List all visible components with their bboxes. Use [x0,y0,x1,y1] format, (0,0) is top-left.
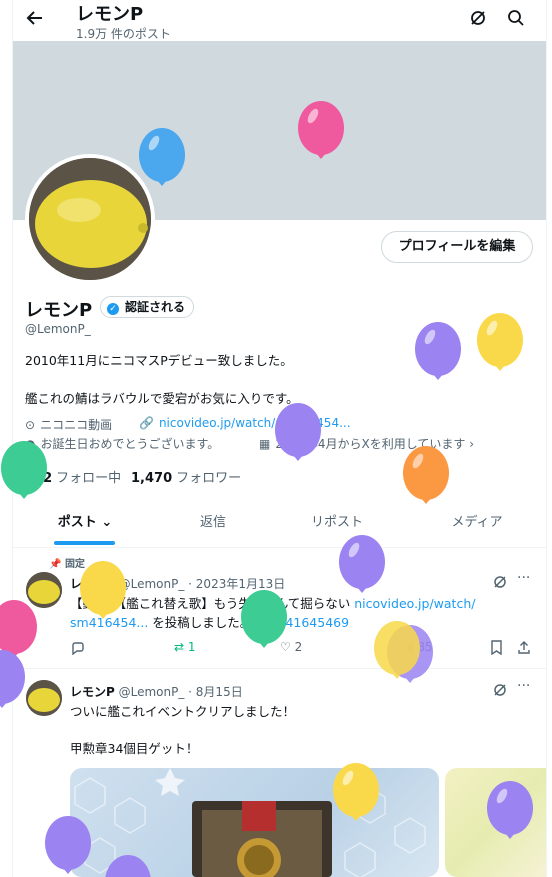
retweet-count: 1 [187,640,196,654]
heart-icon: ♡ [280,640,291,654]
post-text-line-2: 甲勲章34個目ゲット！ [70,741,199,756]
back-arrow-icon[interactable] [25,8,45,33]
joined-date[interactable]: ▦ 2010年4月からXを利用しています › [259,435,474,452]
post-avatar[interactable] [26,572,62,608]
verified-badge[interactable]: ✓ 認証される [100,296,195,318]
profile-page: レモンP 1.9万 件のポスト プロフィールを編集 レモンP ✓ 認証される @L… [12,0,547,877]
post-text-line-1: ついに艦これイベントクリアしました！ [70,704,296,719]
edit-profile-button[interactable]: プロフィールを編集 [381,231,533,263]
post-avatar[interactable] [26,680,62,716]
profile-name: レモンP [25,300,93,321]
post-link[interactable]: nicovideo.jp/watch/ [354,596,475,611]
post-media-image-1[interactable] [70,768,439,877]
share-icon[interactable] [517,640,531,658]
pin-icon: 📌 [49,559,65,570]
website-link[interactable]: nicovideo.jp/watch/sm416454... [159,416,351,430]
tab-reposts[interactable]: リポスト [297,503,377,547]
header-name: レモンP [76,4,144,25]
more-icon[interactable]: ··· [517,678,530,694]
chevron-right-icon: › [465,437,475,451]
following-label: フォロー中 [56,471,122,486]
website: 🔗 nicovideo.jp/watch/sm416454... [139,416,351,430]
retweet-icon: ⇄ [174,640,185,654]
post-text: 【動画】【艦これ替え歌】もう失矧なんて掘らない [70,596,355,611]
grok-icon[interactable] [493,682,507,702]
following-link[interactable]: 532 フォロー中 [25,467,121,486]
verified-check-icon: ✓ [107,303,119,315]
link-icon: 🔗 [139,416,154,430]
joined-text: 2010年4月からXを利用しています [275,437,466,451]
calendar-icon: ▦ [259,437,271,451]
tab-posts-label: ポスト [57,515,97,530]
chevron-down-icon: ⌄ [101,515,113,530]
birthday-text: お誕生日おめでとうございます。 [40,437,220,451]
like-button[interactable]: ♡ 2 [280,640,302,654]
more-icon[interactable]: ··· [517,570,530,586]
location: ⊙ ニコニコ動画 [25,416,112,433]
post-author[interactable]: レモンP [70,577,115,591]
grok-icon[interactable] [493,574,507,594]
top-header: レモンP 1.9万 件のポスト [13,0,546,41]
post-media-image-2[interactable] [445,768,546,877]
pinned-label: 固定 [64,559,85,570]
post-text-line-1: 【動画】【艦これ替え歌】もう失矧なんて掘らない nicovideo.jp/wat… [70,594,475,613]
view-count: 85 [417,640,433,654]
bio-line-1: 2010年11月にニコマスPデビュー致しました。 [25,353,293,368]
balloon-icon: ● [25,437,36,451]
grok-icon[interactable] [469,9,487,32]
post-handle-date[interactable]: @LemonP_ · 8月15日 [119,685,243,699]
followers-label: フォロワー [176,471,242,486]
post-hashtag[interactable]: #sm41645469 [256,615,349,630]
post-header: レモンP @LemonP_ · 2023年1月13日 [70,575,285,592]
followers-link[interactable]: 1,470 フォロワー [131,467,241,486]
post-text-line-2: sm416454... を投稿しました。 #sm41645469 [70,613,349,632]
retweet-button[interactable]: ⇄ 1 [174,640,196,654]
reply-icon[interactable] [70,640,85,658]
bookmark-icon[interactable] [490,640,503,658]
post-text-cont: を投稿しました。 [148,615,257,630]
post-author[interactable]: レモンP [70,685,115,699]
profile-handle: @LemonP_ [25,322,91,336]
location-text: ニコニコ動画 [40,418,113,432]
pinned-indicator: 📌 固定 [49,555,85,570]
like-count: 2 [294,640,303,654]
verified-label: 認証される [125,300,186,314]
following-count: 532 [25,471,53,486]
post-link-cont[interactable]: sm416454... [70,615,148,630]
post-header: レモンP @LemonP_ · 8月15日 [70,683,243,700]
birthday: ● お誕生日おめでとうございます。 [25,435,219,452]
search-icon[interactable] [507,9,525,32]
tab-replies[interactable]: 返信 [173,503,253,547]
tab-media[interactable]: メディア [437,503,517,547]
location-pin-icon: ⊙ [25,418,36,432]
views-button[interactable]: ▮ 85 [407,640,433,654]
active-tab-indicator [54,541,115,545]
followers-count: 1,470 [131,471,173,486]
header-post-count: 1.9万 件のポスト [76,27,171,41]
post-handle-date[interactable]: @LemonP_ · 2023年1月13日 [119,577,286,591]
views-icon: ▮ [407,640,418,654]
bio-line-2: 艦これの鯖はラバウルで愛宕がお気に入りです。 [25,391,299,406]
profile-avatar[interactable] [25,154,155,284]
